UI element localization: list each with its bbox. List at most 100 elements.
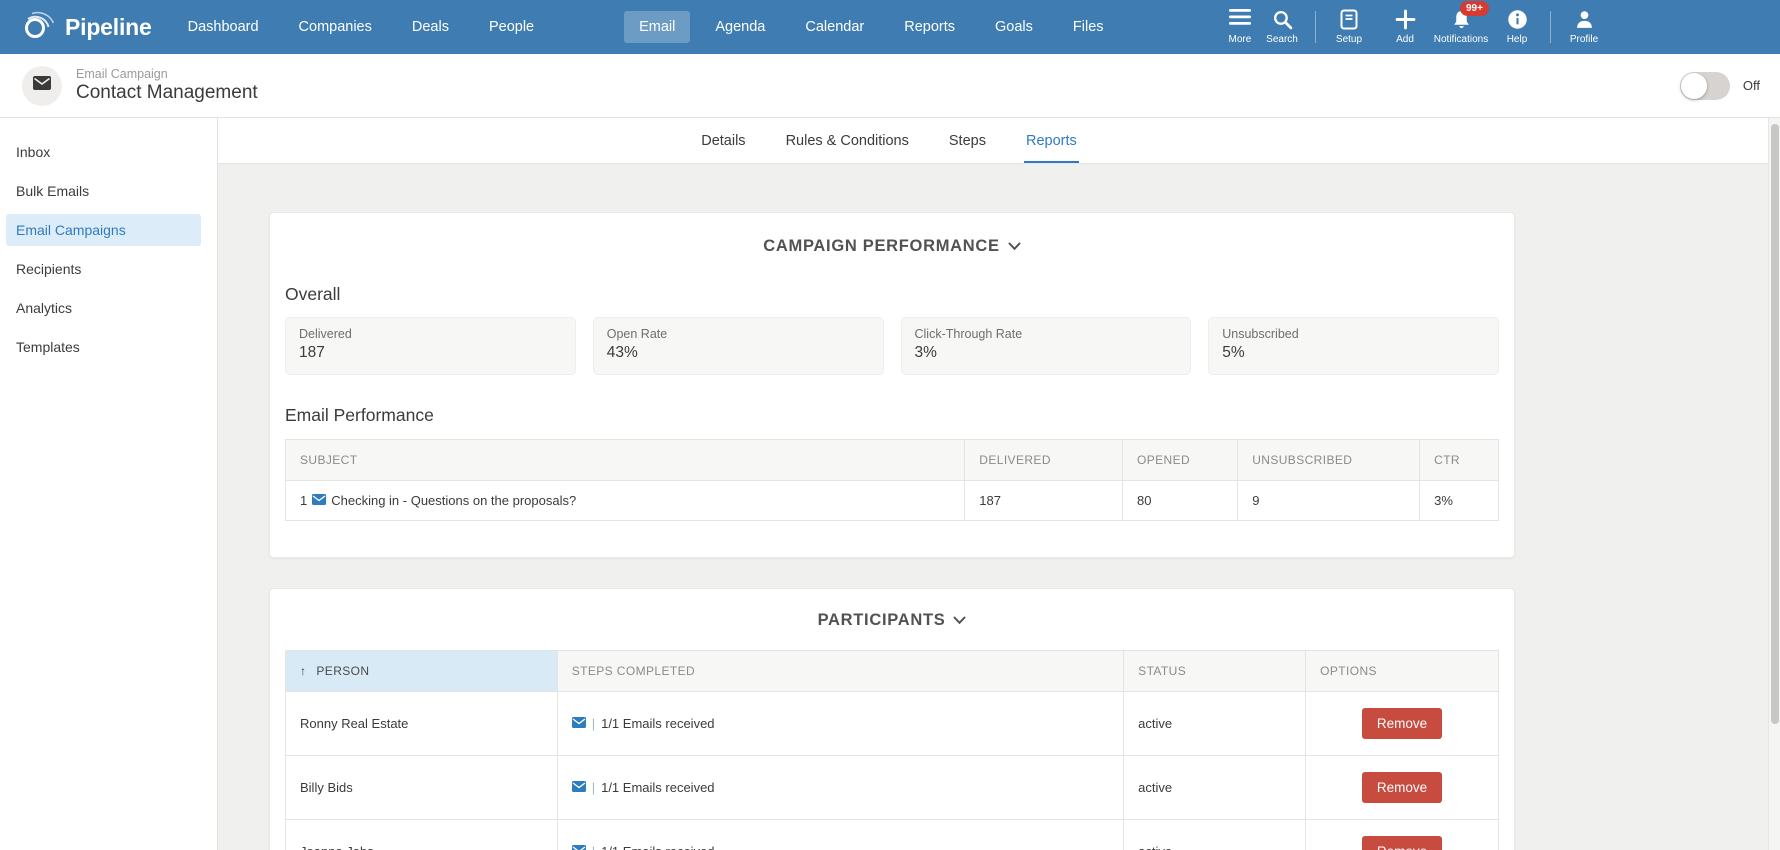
- envelope-icon: [571, 716, 586, 731]
- pipeline-logo-icon: [22, 10, 56, 45]
- participants-col-steps[interactable]: STEPS COMPLETED: [556, 650, 1125, 692]
- nav-item[interactable]: Agenda: [700, 11, 780, 43]
- nav-divider: [1315, 11, 1316, 43]
- stat-value: 43%: [606, 344, 638, 361]
- steps-separator: |: [591, 780, 596, 795]
- participant-name: Ronny Real Estate: [285, 691, 558, 756]
- tab[interactable]: Reports: [1023, 133, 1079, 163]
- brand[interactable]: Pipeline: [0, 10, 168, 45]
- app-body: Inbox Bulk Emails Email Campaigns Recipient…: [0, 118, 1780, 850]
- email-opened: 80: [1121, 480, 1239, 521]
- participants-card: PARTICIPANTS ↑ PERSON STEPS COMPLETED STA…: [269, 588, 1515, 850]
- participant-status: active: [1123, 819, 1307, 850]
- participants-col-options: OPTIONS: [1305, 650, 1499, 692]
- sidebar-item[interactable]: Bulk Emails: [6, 175, 201, 207]
- nav-item-label: Companies: [298, 19, 372, 35]
- nav-item[interactable]: Email: [624, 11, 691, 43]
- nav-more-button[interactable]: More: [1228, 9, 1251, 45]
- nav-item[interactable]: Files: [1058, 11, 1119, 43]
- chevron-down-icon: [1008, 237, 1021, 256]
- nav-notifications-button[interactable]: Notifications 99+: [1433, 1, 1489, 45]
- stat-value: 5%: [1222, 344, 1245, 361]
- remove-button[interactable]: Remove: [1361, 836, 1443, 850]
- nav-help-label: Help: [1506, 34, 1528, 45]
- participants-title[interactable]: PARTICIPANTS: [285, 611, 1499, 630]
- email-unsubscribed: 9: [1237, 480, 1421, 521]
- sidebar-item-label: Recipients: [16, 261, 82, 277]
- hamburger-icon: [1228, 9, 1251, 30]
- overall-heading: Overall: [285, 284, 341, 304]
- participant-name: Billy Bids: [285, 755, 558, 820]
- nav-profile-label: Profile: [1569, 34, 1599, 45]
- sidebar-item-label: Bulk Emails: [16, 183, 90, 199]
- campaign-performance-title[interactable]: CAMPAIGN PERFORMANCE: [285, 237, 1499, 256]
- email-col-subject: SUBJECT: [284, 439, 966, 481]
- email-delivered: 187: [964, 480, 1123, 521]
- nav-search-button[interactable]: Search: [1254, 9, 1310, 45]
- email-ctr: 3%: [1419, 480, 1499, 521]
- sidebar-item[interactable]: Recipients: [6, 253, 201, 285]
- tab[interactable]: Details: [699, 133, 747, 163]
- tab[interactable]: Steps: [947, 133, 988, 163]
- envelope-icon: [571, 844, 586, 850]
- nav-item[interactable]: Reports: [889, 11, 970, 43]
- nav-divider: [1550, 11, 1551, 43]
- tab-label: Reports: [1025, 133, 1077, 149]
- stat-value: 3%: [914, 344, 937, 361]
- nav-item[interactable]: Calendar: [790, 11, 879, 43]
- sidebar-item-label: Templates: [16, 339, 80, 355]
- participants-header-row: ↑ PERSON STEPS COMPLETED STATUS OPTIONS: [285, 650, 1499, 692]
- sidebar-item-label: Inbox: [16, 144, 51, 160]
- nav-setup-button[interactable]: Setup: [1321, 9, 1377, 45]
- nav-item-label: Dashboard: [187, 19, 259, 35]
- nav-item-label: Email: [639, 19, 676, 35]
- participants-col-status[interactable]: STATUS: [1123, 650, 1307, 692]
- sidebar-item[interactable]: Templates: [6, 331, 201, 363]
- nav-items: Dashboard Companies Deals People Email Agenda…: [168, 11, 1124, 43]
- toggle-knob: [1680, 72, 1707, 99]
- participants-table: ↑ PERSON STEPS COMPLETED STATUS OPTIONS R…: [285, 650, 1499, 850]
- campaign-performance-title-text: CAMPAIGN PERFORMANCE: [763, 237, 1000, 255]
- nav-item-label: Reports: [904, 19, 955, 35]
- nav-add-button[interactable]: Add: [1377, 9, 1433, 45]
- email-col-delivered: DELIVERED: [964, 439, 1123, 481]
- brand-name: Pipeline: [65, 13, 152, 40]
- nav-help-button[interactable]: Help: [1489, 9, 1545, 45]
- nav-item[interactable]: Goals: [980, 11, 1048, 43]
- sidebar-item[interactable]: Inbox: [6, 136, 201, 168]
- participant-steps: 1/1 Emails received: [601, 780, 715, 795]
- campaign-performance-card: CAMPAIGN PERFORMANCE Overall Delivered 1…: [269, 212, 1515, 558]
- envelope-icon: [571, 780, 586, 795]
- sidebar-item[interactable]: Email Campaigns: [6, 214, 201, 246]
- tab-label: Rules & Conditions: [785, 133, 909, 149]
- nav-item[interactable]: Companies: [284, 11, 387, 43]
- participant-steps: 1/1 Emails received: [601, 716, 715, 731]
- remove-button[interactable]: Remove: [1361, 772, 1443, 803]
- envelope-icon: [33, 76, 51, 95]
- participant-status: active: [1123, 691, 1307, 756]
- sidebar-item[interactable]: Analytics: [6, 292, 201, 324]
- nav-profile-button[interactable]: Profile: [1556, 9, 1612, 45]
- participants-col-person[interactable]: ↑ PERSON: [285, 650, 558, 692]
- top-navigation: Pipeline Dashboard Companies Deals People Em…: [0, 0, 1780, 54]
- page-title: Contact Management: [76, 82, 258, 103]
- tab-label: Details: [701, 133, 746, 149]
- nav-item[interactable]: People: [474, 11, 549, 43]
- nav-item[interactable]: Deals: [397, 11, 464, 43]
- nav-item-label: Deals: [411, 19, 449, 35]
- tab[interactable]: Rules & Conditions: [784, 133, 911, 163]
- header-right: Off: [1679, 71, 1760, 100]
- nav-item-label: Calendar: [805, 19, 865, 35]
- steps-separator: |: [592, 844, 595, 850]
- remove-button[interactable]: Remove: [1361, 708, 1443, 739]
- nav-item[interactable]: Dashboard: [173, 11, 274, 43]
- email-table-header-row: SUBJECT DELIVERED OPENED UNSUBSCRIBED CT…: [284, 439, 1499, 481]
- nav-notifications-label: Notifications: [1433, 34, 1489, 45]
- scrollbar-thumb[interactable]: [1771, 124, 1779, 724]
- sidebar: Inbox Bulk Emails Email Campaigns Recipient…: [0, 118, 218, 850]
- campaign-active-toggle[interactable]: [1679, 71, 1730, 100]
- nav-setup-label: Setup: [1335, 34, 1363, 45]
- participant-row: Joanne Jobs | 1/1 Emails received active…: [285, 819, 1499, 850]
- participant-row: Billy Bids | 1/1 Emails received active …: [285, 755, 1499, 820]
- email-performance-table: SUBJECT DELIVERED OPENED UNSUBSCRIBED CT…: [284, 439, 1499, 521]
